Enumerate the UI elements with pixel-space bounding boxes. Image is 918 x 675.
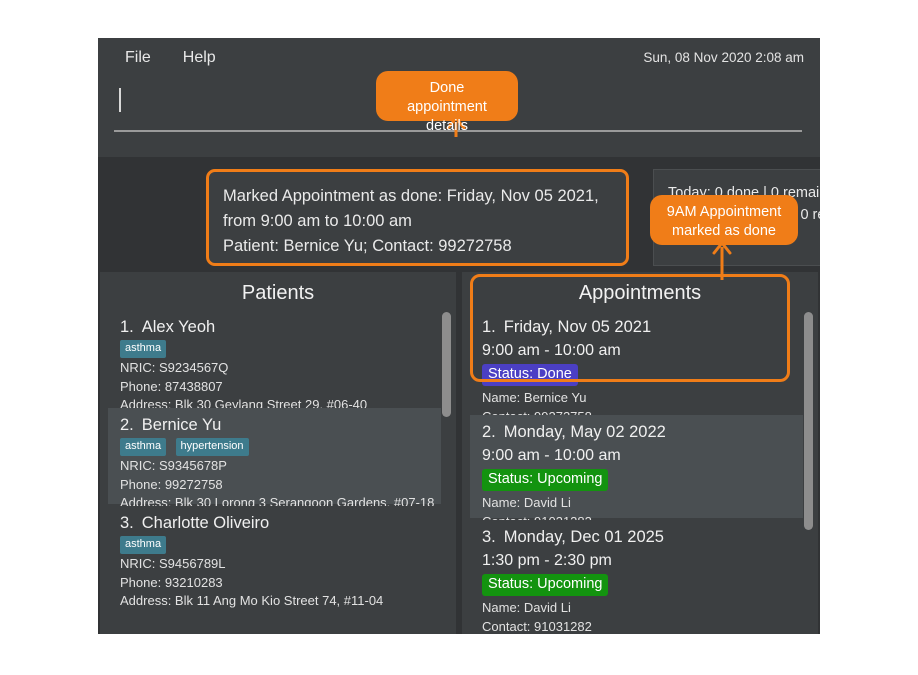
appointments-scrollbar[interactable] (803, 310, 814, 634)
patient-index: 3. (120, 514, 134, 532)
patient-index: 2. (120, 416, 134, 434)
patient-tags: asthma (120, 340, 438, 358)
appointments-panel-title: Appointments (578, 282, 702, 304)
appointment-contact: Contact: 91031282 (482, 618, 592, 634)
patient-name: Bernice Yu (141, 416, 222, 434)
callout-9am-appointment-marked-done: 9AM Appointment marked as done (650, 195, 798, 245)
callout-done-appointment-details: Done appointment details (376, 71, 518, 134)
appointment-status-badge: Status: Done (482, 364, 578, 386)
appointment-time: 9:00 am - 10:00 am (482, 447, 621, 464)
appointment-index: 3. (482, 528, 496, 546)
appointment-index: 1. (482, 318, 496, 336)
patient-phone: Phone: 99272758 (120, 476, 223, 492)
patient-tags: asthma hypertension (120, 438, 438, 456)
patient-list-item[interactable]: 2. Bernice Yu asthma hypertension NRIC: S… (108, 408, 448, 529)
patient-name: Alex Yeoh (141, 318, 216, 336)
patient-address: Address: Blk 11 Ang Mo Kio Street 74, #1… (120, 593, 384, 608)
appointment-date: Monday, May 02 2022 (503, 423, 666, 441)
result-display-box: Marked Appointment as done: Friday, Nov … (206, 169, 629, 266)
patient-phone: Phone: 93210283 (120, 574, 223, 590)
patients-scrollbar-thumb[interactable] (442, 312, 451, 417)
result-line: Marked Appointment as done: Friday, Nov … (223, 187, 599, 205)
callout-arrow-9am (712, 241, 732, 280)
patient-nric: NRIC: S9345678P (120, 458, 227, 473)
appointments-panel: Appointments 1. Friday, Nov 05 2021 9:00 … (462, 272, 818, 634)
result-line: Patient: Bernice Yu; Contact: 99272758 (223, 237, 512, 255)
patient-list-item[interactable]: 1. Alex Yeoh asthma NRIC: S9234567Q Phone… (108, 310, 448, 431)
patient-tag: asthma (120, 438, 167, 456)
patient-tag: hypertension (175, 438, 249, 456)
appointments-list[interactable]: 1. Friday, Nov 05 2021 9:00 am - 10:00 am… (470, 310, 810, 634)
appointment-status-badge: Status: Upcoming (482, 469, 609, 491)
appointment-patient-name: Name: Bernice Yu (482, 390, 587, 405)
menu-file[interactable]: File (116, 46, 160, 70)
appointment-date: Monday, Dec 01 2025 (503, 528, 664, 546)
appointment-date: Friday, Nov 05 2021 (503, 318, 652, 336)
patient-tags: asthma (120, 536, 438, 554)
patient-list-item[interactable]: 3. Charlotte Oliveiro asthma NRIC: S94567… (108, 506, 448, 608)
patient-nric: NRIC: S9456789L (120, 556, 226, 571)
menu-help[interactable]: Help (174, 46, 225, 70)
clock-label: Sun, 08 Nov 2020 2:08 am (643, 50, 804, 65)
patients-list[interactable]: 1. Alex Yeoh asthma NRIC: S9234567Q Phone… (108, 310, 448, 634)
appointment-title: 3. Monday, Dec 01 2025 (482, 528, 800, 547)
appointment-title: 1. Friday, Nov 05 2021 (482, 318, 800, 337)
appointment-time: 1:30 pm - 2:30 pm (482, 552, 612, 569)
appointment-list-item[interactable]: 3. Monday, Dec 01 2025 1:30 pm - 2:30 pm … (470, 520, 810, 634)
patients-panel-title: Patients (241, 282, 315, 304)
appointment-patient-name: Name: David Li (482, 600, 571, 615)
command-input-caret (119, 88, 121, 112)
page-root: File Help Sun, 08 Nov 2020 2:08 am Marke… (0, 0, 918, 675)
patient-name: Charlotte Oliveiro (141, 514, 270, 532)
appointment-list-item[interactable]: 2. Monday, May 02 2022 9:00 am - 10:00 am… (470, 415, 810, 529)
patient-phone: Phone: 87438807 (120, 378, 223, 394)
patient-tag: asthma (120, 536, 167, 554)
patients-scrollbar[interactable] (441, 310, 452, 634)
patient-title: 3. Charlotte Oliveiro (120, 514, 438, 533)
patient-title: 2. Bernice Yu (120, 416, 438, 435)
appointments-scrollbar-thumb[interactable] (804, 312, 813, 530)
patient-tag: asthma (120, 340, 167, 358)
appointment-status-badge: Status: Upcoming (482, 574, 609, 596)
result-line: from 9:00 am to 10:00 am (223, 212, 412, 230)
appointment-time: 9:00 am - 10:00 am (482, 342, 621, 359)
patient-title: 1. Alex Yeoh (120, 318, 438, 337)
lists-area: Patients 1. Alex Yeoh asthma NRIC: S92345… (98, 272, 820, 634)
appointment-list-item[interactable]: 1. Friday, Nov 05 2021 9:00 am - 10:00 am… (470, 310, 810, 424)
patient-index: 1. (120, 318, 134, 336)
patient-nric: NRIC: S9234567Q (120, 360, 229, 375)
appointment-index: 2. (482, 423, 496, 441)
appointment-title: 2. Monday, May 02 2022 (482, 423, 800, 442)
patients-panel: Patients 1. Alex Yeoh asthma NRIC: S92345… (100, 272, 456, 634)
appointment-patient-name: Name: David Li (482, 495, 571, 510)
